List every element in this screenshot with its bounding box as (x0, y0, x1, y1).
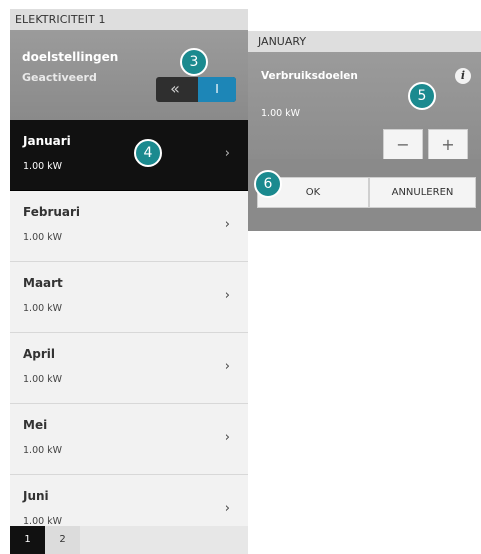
month-name: Mei (23, 418, 48, 432)
callout-marker-3: 3 (180, 48, 208, 76)
chevron-right-icon: › (224, 288, 230, 303)
chevron-right-icon: › (224, 501, 230, 516)
goals-title: doelstellingen (22, 50, 119, 64)
month-value: 1.00 kW (23, 161, 63, 172)
month-name: April (23, 347, 56, 361)
month-value: 1.00 kW (23, 303, 63, 314)
month-value: 1.00 kW (23, 232, 63, 243)
chevron-right-icon: › (224, 359, 230, 374)
electricity-panel: ELEKTRICITEIT 1 doelstellingen Geactivee… (10, 9, 248, 554)
chevron-right-icon: › (224, 146, 230, 161)
callout-marker-5: 5 (408, 82, 436, 110)
month-item-mei[interactable]: Mei 1.00 kW › (10, 404, 248, 475)
decrease-button[interactable]: − (383, 129, 423, 160)
month-item-april[interactable]: April 1.00 kW › (10, 333, 248, 404)
dialog-header: JANUARY (248, 31, 481, 52)
panel-header: ELEKTRICITEIT 1 (10, 9, 248, 30)
goals-status: Geactiveerd (22, 71, 97, 84)
month-edit-dialog: JANUARY Verbruiksdoelen i 1.00 kW − + OK… (248, 31, 481, 231)
chevron-right-icon: › (224, 430, 230, 445)
callout-marker-4: 4 (134, 139, 162, 167)
consumption-goal-label: Verbruiksdoelen (261, 70, 358, 82)
month-name: Februari (23, 205, 81, 219)
month-name: Maart (23, 276, 63, 290)
page-button-1[interactable]: 1 (10, 526, 45, 554)
pagination: 1 2 (10, 526, 248, 554)
cancel-button[interactable]: ANNULEREN (369, 177, 476, 208)
month-name: Juni (23, 489, 49, 503)
toggle-off-button[interactable]: « (156, 77, 194, 102)
month-item-maart[interactable]: Maart 1.00 kW › (10, 262, 248, 333)
goals-toggle[interactable]: « I (156, 77, 236, 102)
page-button-2[interactable]: 2 (45, 526, 80, 554)
info-icon[interactable]: i (455, 68, 471, 84)
consumption-goal-value: 1.00 kW (261, 108, 301, 119)
month-list: Januari 1.00 kW › Februari 1.00 kW › Maa… (10, 120, 248, 546)
month-name: Januari (23, 134, 71, 148)
callout-marker-6: 6 (254, 170, 282, 198)
month-item-februari[interactable]: Februari 1.00 kW › (10, 191, 248, 262)
goals-section: doelstellingen Geactiveerd « I (10, 30, 248, 120)
month-value: 1.00 kW (23, 374, 63, 385)
dialog-footer: OK ANNULEREN (248, 159, 481, 231)
month-value: 1.00 kW (23, 445, 63, 456)
dialog-body: Verbruiksdoelen i 1.00 kW − + (248, 52, 481, 160)
month-item-januari[interactable]: Januari 1.00 kW › (10, 120, 248, 191)
chevron-right-icon: › (224, 217, 230, 232)
toggle-on-button[interactable]: I (198, 77, 236, 102)
increase-button[interactable]: + (428, 129, 468, 160)
